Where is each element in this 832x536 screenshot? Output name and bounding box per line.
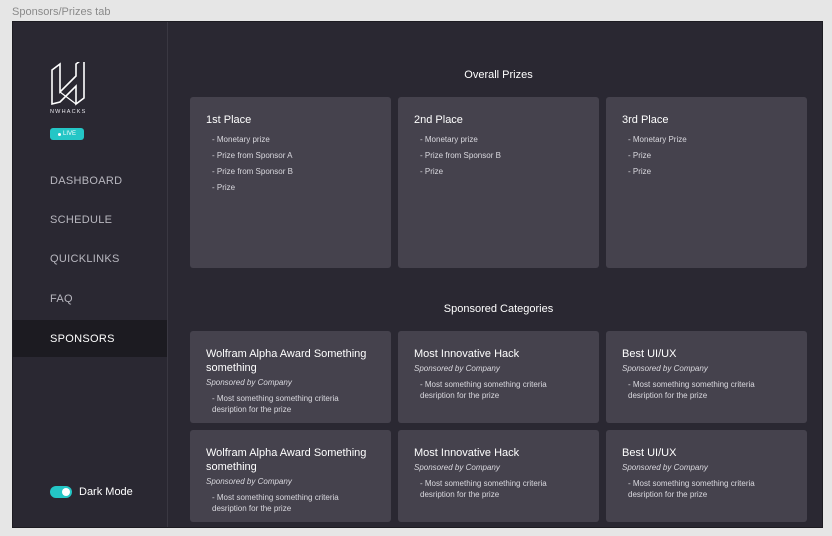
- prize-card-3rd: 3rd Place - Monetary Prize - Prize - Pri…: [606, 97, 807, 268]
- category-sponsor: Sponsored by Company: [206, 378, 292, 387]
- prize-card-1st: 1st Place - Monetary prize - Prize from …: [190, 97, 391, 268]
- category-sponsor: Sponsored by Company: [206, 477, 292, 486]
- nav-item-sponsors[interactable]: SPONSORS: [13, 320, 167, 357]
- category-description: - Most something something criteria desr…: [628, 479, 755, 499]
- toggle-knob: [62, 488, 70, 496]
- category-description: - Most something something criteria desr…: [420, 380, 547, 400]
- live-label: LIVE: [62, 131, 76, 137]
- sidebar: NWHACKS LIVE DASHBOARD SCHEDULE QUICKLIN…: [13, 22, 168, 527]
- category-title: Best UI/UX: [622, 348, 677, 360]
- prize-item: - Monetary Prize: [628, 135, 687, 144]
- logo-text: NWHACKS: [50, 109, 87, 115]
- prize-item: - Prize: [212, 183, 236, 192]
- live-badge: LIVE: [50, 128, 84, 140]
- dark-mode-label: Dark Mode: [79, 486, 133, 498]
- live-dot-icon: [57, 132, 61, 136]
- prize-item: - Prize: [628, 151, 652, 160]
- prize-item: - Prize: [628, 167, 652, 176]
- category-sponsor: Sponsored by Company: [414, 364, 500, 373]
- category-card-innovative: Most Innovative Hack Sponsored by Compan…: [398, 430, 599, 522]
- prize-list: - Monetary prize - Prize from Sponsor A …: [206, 136, 375, 192]
- dark-mode-setting: Dark Mode: [50, 486, 133, 498]
- prize-item: - Prize from Sponsor B: [212, 167, 293, 176]
- category-title: Wolfram Alpha Award Something something: [206, 447, 367, 473]
- category-description: - Most something something criteria desr…: [212, 493, 339, 513]
- category-description: - Most something something criteria desr…: [420, 479, 547, 499]
- category-card-wolfram: Wolfram Alpha Award Something something …: [190, 430, 391, 522]
- category-card-innovative: Most Innovative Hack Sponsored by Compan…: [398, 331, 599, 423]
- prize-item: - Monetary prize: [212, 135, 270, 144]
- category-title: Most Innovative Hack: [414, 447, 520, 459]
- prize-item: - Monetary prize: [420, 135, 478, 144]
- category-sponsor: Sponsored by Company: [622, 364, 708, 373]
- category-description: - Most something something criteria desr…: [212, 394, 339, 414]
- prize-card-2nd: 2nd Place - Monetary prize - Prize from …: [398, 97, 599, 268]
- category-sponsor: Sponsored by Company: [622, 463, 708, 472]
- prize-card-title: 2nd Place: [414, 114, 463, 126]
- nav-item-faq[interactable]: FAQ: [13, 280, 167, 317]
- category-sponsor: Sponsored by Company: [414, 463, 500, 472]
- dark-mode-toggle[interactable]: [50, 486, 72, 498]
- category-title: Most Innovative Hack: [414, 348, 520, 360]
- category-title: Wolfram Alpha Award Something something: [206, 348, 367, 374]
- category-title: Best UI/UX: [622, 447, 677, 459]
- prize-item: - Prize from Sponsor A: [212, 151, 293, 160]
- category-description: - Most something something criteria desr…: [628, 380, 755, 400]
- prize-card-title: 1st Place: [206, 114, 252, 126]
- category-card-uiux: Best UI/UX Sponsored by Company - Most s…: [606, 430, 807, 522]
- nav-item-dashboard[interactable]: DASHBOARD: [13, 162, 167, 199]
- app-window: NWHACKS LIVE DASHBOARD SCHEDULE QUICKLIN…: [12, 21, 823, 528]
- category-card-wolfram: Wolfram Alpha Award Something something …: [190, 331, 391, 423]
- prize-list: - Monetary prize - Prize from Sponsor B …: [414, 136, 583, 176]
- nwhacks-logo-icon: [51, 62, 85, 106]
- sponsored-categories-title: Sponsored Categories: [443, 303, 554, 315]
- category-card-uiux: Best UI/UX Sponsored by Company - Most s…: [606, 331, 807, 423]
- prize-card-title: 3rd Place: [622, 114, 669, 126]
- frame-label: Sponsors/Prizes tab: [12, 6, 111, 18]
- nav-item-schedule[interactable]: SCHEDULE: [13, 201, 167, 238]
- prize-item: - Prize from Sponsor B: [420, 151, 501, 160]
- prize-item: - Prize: [420, 167, 444, 176]
- prize-list: - Monetary Prize - Prize - Prize: [622, 136, 791, 176]
- overall-prizes-title: Overall Prizes: [464, 69, 533, 81]
- nav-item-quicklinks[interactable]: QUICKLINKS: [13, 240, 167, 277]
